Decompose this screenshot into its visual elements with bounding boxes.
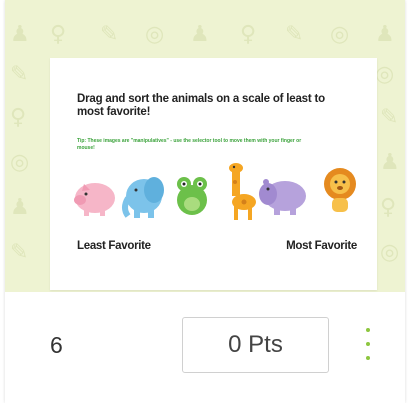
pig-icon[interactable] bbox=[72, 174, 118, 218]
slide-card[interactable]: ♟ ♀ ✎ ◎ ♟ ♀ ✎ ◎ ♟ ✎ ◎ ♀ ✎ ◎ ♟ ♟ ♀ ✎ ◎ Drag and sort t… bbox=[5, 0, 405, 403]
points-button[interactable]: 0 Pts bbox=[182, 317, 329, 373]
least-favorite-label: Least Favorite bbox=[77, 240, 151, 252]
frog-icon[interactable] bbox=[172, 170, 212, 218]
more-options-icon[interactable] bbox=[363, 328, 373, 360]
giraffe-icon[interactable] bbox=[224, 162, 258, 220]
animal-row bbox=[72, 160, 362, 220]
elephant-icon[interactable] bbox=[120, 168, 166, 220]
slide-card-footer: 6 0 Pts bbox=[5, 292, 405, 403]
lion-icon[interactable] bbox=[322, 166, 358, 216]
slide-prompt: Drag and sort the animals on a scale of … bbox=[77, 93, 325, 118]
slide-preview: Drag and sort the animals on a scale of … bbox=[50, 58, 377, 290]
hippo-icon[interactable] bbox=[258, 172, 308, 216]
kebab-dot bbox=[366, 356, 370, 360]
kebab-dot bbox=[366, 342, 370, 346]
slide-thumbnail-area: ♟ ♀ ✎ ◎ ♟ ♀ ✎ ◎ ♟ ✎ ◎ ♀ ✎ ◎ ♟ ♟ ♀ ✎ ◎ Drag and sort t… bbox=[5, 0, 405, 292]
kebab-dot bbox=[366, 328, 370, 332]
slide-number: 6 bbox=[50, 332, 63, 358]
slide-note: Tip: These images are "manipulatives" - … bbox=[77, 138, 302, 151]
most-favorite-label: Most Favorite bbox=[286, 240, 357, 252]
